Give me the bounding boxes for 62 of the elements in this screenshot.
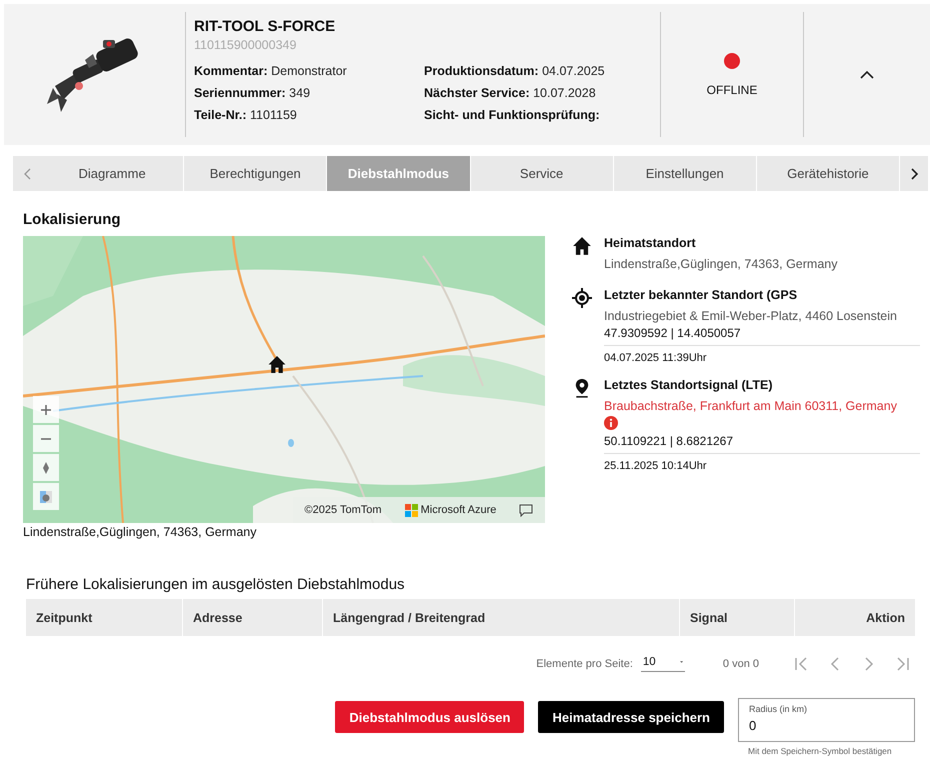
radius-field[interactable]: Radius (in km) 0 [738,698,915,742]
location-address: Lindenstraße,Güglingen, 74363, Germany [604,257,838,271]
previous-page-button[interactable] [829,657,841,671]
map-style-button[interactable] [33,483,59,510]
feedback-icon [519,504,534,516]
chevron-right-icon [910,168,919,180]
column-header: Signal [680,599,795,636]
device-number: 110115900000349 [194,38,298,52]
coordinates: 50.1109221 | 8.6821267 [604,434,920,454]
device-field: Teile-Nr.: 1101159 [194,108,424,130]
save-button[interactable]: Heimatadresse speichern [538,701,724,733]
first-page-button[interactable] [795,657,807,671]
timestamp: 25.11.2025 10:14Uhr [604,460,708,472]
device-field: Produktionsdatum: 04.07.2025 [424,64,652,86]
last-page-icon [897,657,909,671]
location-address: Braubachstraße, Frankfurt am Main 60311, Germany [604,399,898,413]
location-title: Letztes Standortsignal (LTE) [604,378,774,392]
device-name: RIT-TOOL S-FORCE [194,18,336,35]
page-size-select[interactable]: 10 [640,656,685,672]
page-range: 0 von 0 [722,658,759,670]
chevron-left-icon [829,657,841,671]
page-size-label: Elemente pro Seite: [536,658,633,670]
trigger-button[interactable]: Diebstahlmodus auslösen [335,701,524,733]
home-icon [572,236,592,256]
compass-button[interactable] [33,454,59,481]
column-header: Längengrad / Breitengrad [323,599,680,636]
section-title: Frühere Lokalisierungen im ausgelösten Diebstahlmodus [26,576,406,593]
dropdown-caret-icon [680,660,683,664]
coordinates: 47.9309592 | 14.4050057 [604,326,920,346]
device-field: Nächster Service: 10.07.2028 [424,86,652,108]
radius-input[interactable]: 0 [749,718,904,733]
compass-icon [40,462,52,474]
timestamp: 04.07.2025 11:39Uhr [604,352,708,364]
collapse-icon[interactable] [860,70,874,80]
provider-label: Microsoft Azure [404,504,496,516]
home-marker-icon [267,355,287,374]
location-address: Industriegebiet & Emil-Weber-Platz, 4460 Losenstein [604,309,898,323]
field-hint: Mit dem Speichern-Symbol bestätigen [747,745,893,756]
windows-logo-icon [404,504,418,516]
location-title: Letzter bekannter Standort (GPS [604,288,798,302]
field-label: Radius (in km) [749,704,808,714]
device-field: Sicht- und Funktionsprüfung: [424,108,652,130]
status-label: OFFLINE [706,82,758,96]
first-page-icon [795,657,807,671]
device-field: Kommentar: Demonstrator [194,64,424,86]
section-title: Lokalisierung [23,211,122,228]
plus-icon [40,404,52,416]
chevron-right-icon [863,657,875,671]
last-page-button[interactable] [897,657,909,671]
column-header: Zeitpunkt [26,599,183,636]
device-field: Seriennummer: 349 [194,86,424,108]
column-header: Aktion [865,610,906,626]
map-attribution: ©2025 TomTom [304,504,382,516]
map-address: Lindenstraße,Güglingen, 74363, Germany [23,525,258,539]
column-header: Adresse [183,599,323,636]
info-icon [604,416,618,430]
location-title: Heimatstandort [604,236,697,250]
zoom-in-button[interactable] [33,396,59,423]
chevron-left-icon [22,168,32,180]
next-page-button[interactable] [863,657,875,671]
crosshair-icon [572,288,592,308]
map-layers-icon [40,490,52,502]
